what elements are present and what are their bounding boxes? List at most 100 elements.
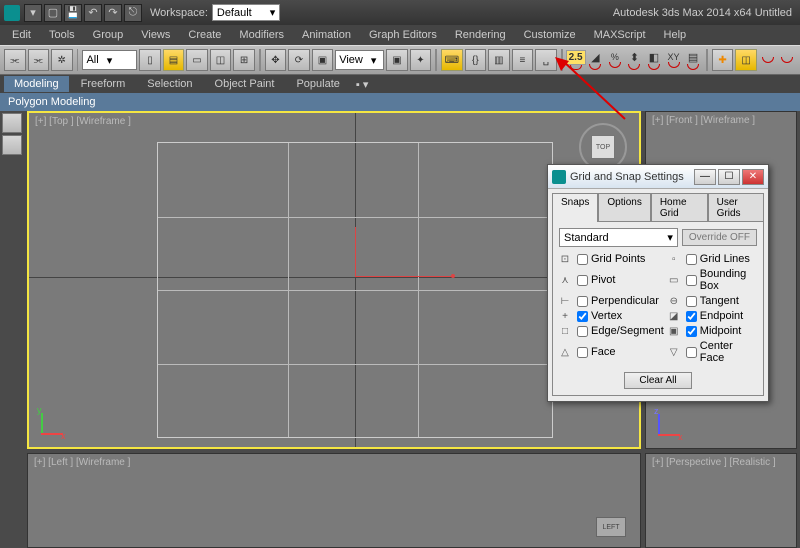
select-icon[interactable]: ▯ [139, 49, 161, 71]
ref-coord-dropdown[interactable]: View▾ [335, 50, 384, 70]
manip-icon[interactable]: ✦ [410, 49, 432, 71]
move-icon[interactable]: ✥ [265, 49, 287, 71]
menu-tools[interactable]: Tools [41, 27, 83, 43]
bind-icon[interactable]: ✲ [51, 49, 73, 71]
menu-grapheditors[interactable]: Graph Editors [361, 27, 445, 43]
tab-objectpaint[interactable]: Object Paint [205, 76, 285, 92]
xy-constraint-icon[interactable]: XY [665, 50, 683, 70]
snap-vertex[interactable]: Vertex [577, 310, 664, 322]
viewcube-face[interactable]: TOP [591, 135, 615, 159]
snap-midpoint[interactable]: Midpoint [686, 325, 757, 337]
link-icon[interactable]: ⫘ [4, 49, 26, 71]
scale-icon[interactable]: ▣ [312, 49, 334, 71]
snap-type-dropdown[interactable]: Standard▾ [559, 228, 678, 247]
tab-freeform[interactable]: Freeform [71, 76, 136, 92]
percent-snap-icon[interactable]: % [606, 50, 624, 70]
spinner-snap-icon[interactable]: ⬍ [626, 50, 644, 70]
menu-customize[interactable]: Customize [516, 27, 584, 43]
create-sel-icon[interactable]: ✚ [712, 49, 734, 71]
qat-redo-icon[interactable]: ↷ [104, 4, 122, 22]
rotate-icon[interactable]: ⟳ [288, 49, 310, 71]
menu-group[interactable]: Group [85, 27, 132, 43]
menu-edit[interactable]: Edit [4, 27, 39, 43]
tab-toggle-icon[interactable]: ▪ ▾ [352, 76, 372, 93]
snap-checkbox[interactable] [577, 296, 588, 307]
angle-snap-icon[interactable]: ◢ [587, 50, 605, 70]
viewcube-left[interactable]: LEFT [596, 517, 626, 537]
menu-help[interactable]: Help [656, 27, 695, 43]
edge-constraint-icon[interactable]: ▤ [684, 50, 702, 70]
snap-checkbox[interactable] [686, 326, 697, 337]
ortho-snap-icon[interactable] [778, 50, 796, 70]
select-rect-icon[interactable]: ▭ [186, 49, 208, 71]
menu-rendering[interactable]: Rendering [447, 27, 514, 43]
select-crossing-icon[interactable]: ⊞ [233, 49, 255, 71]
snap-checkbox[interactable] [686, 311, 697, 322]
qat-save-icon[interactable]: 💾 [64, 4, 82, 22]
viewport-front-label[interactable]: [+] [Front ] [Wireframe ] [652, 115, 755, 126]
qat-undo-icon[interactable]: ↶ [84, 4, 102, 22]
snap-edge-segment[interactable]: Edge/Segment [577, 325, 664, 337]
qat-open-icon[interactable]: ▢ [44, 4, 62, 22]
tab-selection[interactable]: Selection [137, 76, 202, 92]
dialog-titlebar[interactable]: Grid and Snap Settings — ☐ ✕ [548, 165, 768, 189]
menu-views[interactable]: Views [133, 27, 178, 43]
qat-new-icon[interactable]: ▾ [24, 4, 42, 22]
grid-snap-icon[interactable] [759, 50, 777, 70]
snap-perpendicular[interactable]: Perpendicular [577, 295, 664, 307]
snap-checkbox[interactable] [577, 326, 588, 337]
snap-grid-points[interactable]: Grid Points [577, 253, 664, 265]
snap-checkbox[interactable] [577, 347, 588, 358]
ribbon-panel-label[interactable]: Polygon Modeling [0, 93, 800, 111]
snap-checkbox[interactable] [577, 275, 588, 286]
edit-named-icon[interactable]: ◫ [735, 49, 757, 71]
snap-center-face[interactable]: Center Face [686, 340, 757, 364]
qat-link-icon[interactable]: ⎋ [124, 4, 142, 22]
menu-maxscript[interactable]: MAXScript [586, 27, 654, 43]
tab-modeling[interactable]: Modeling [4, 76, 69, 92]
tab-populate[interactable]: Populate [286, 76, 349, 92]
snap-endpoint[interactable]: Endpoint [686, 310, 757, 322]
tab-homegrid[interactable]: Home Grid [651, 193, 708, 222]
viewport-perspective[interactable]: [+] [Perspective ] [Realistic ] [645, 453, 797, 548]
edged-snap-icon[interactable]: ◧ [645, 50, 663, 70]
minimize-button[interactable]: — [694, 169, 716, 185]
snap-checkbox[interactable] [577, 254, 588, 265]
tab-usergrids[interactable]: User Grids [708, 193, 764, 222]
pivot-icon[interactable]: ▣ [386, 49, 408, 71]
snap-checkbox[interactable] [577, 311, 588, 322]
menu-modifiers[interactable]: Modifiers [231, 27, 292, 43]
snap-tangent[interactable]: Tangent [686, 295, 757, 307]
clear-all-button[interactable]: Clear All [624, 372, 691, 389]
snap-face[interactable]: Face [577, 346, 664, 358]
snap-2-5-toggle[interactable]: 2.5 [567, 50, 585, 70]
override-button[interactable]: Override OFF [682, 229, 757, 246]
align-icon[interactable]: ≡ [512, 49, 534, 71]
close-button[interactable]: ✕ [742, 169, 764, 185]
layer-icon[interactable]: ␣ [535, 49, 557, 71]
vt-1-icon[interactable] [2, 113, 22, 133]
select-window-icon[interactable]: ◫ [210, 49, 232, 71]
snap-checkbox[interactable] [686, 296, 697, 307]
snap-keyboard-icon[interactable]: ⌨ [441, 49, 463, 71]
viewport-left-label[interactable]: [+] [Left ] [Wireframe ] [34, 457, 130, 468]
viewport-persp-label[interactable]: [+] [Perspective ] [Realistic ] [652, 457, 776, 468]
tab-options[interactable]: Options [598, 193, 650, 222]
snap-grid-lines[interactable]: Grid Lines [686, 253, 757, 265]
selection-filter-dropdown[interactable]: All▾ [82, 50, 137, 70]
select-name-icon[interactable]: ▤ [163, 49, 185, 71]
menu-animation[interactable]: Animation [294, 27, 359, 43]
vt-2-icon[interactable] [2, 135, 22, 155]
menu-create[interactable]: Create [180, 27, 229, 43]
snap-checkbox[interactable] [686, 254, 697, 265]
snap-checkbox[interactable] [686, 347, 697, 358]
vertex-marker[interactable] [451, 274, 455, 278]
named-sel-icon[interactable]: {} [465, 49, 487, 71]
spline-object[interactable] [355, 227, 454, 277]
snap-bounding-box[interactable]: Bounding Box [686, 268, 757, 292]
app-icon[interactable] [4, 5, 20, 21]
viewport-top-label[interactable]: [+] [Top ] [Wireframe ] [35, 116, 131, 127]
maximize-button[interactable]: ☐ [718, 169, 740, 185]
viewport-left[interactable]: [+] [Left ] [Wireframe ] LEFT [27, 453, 641, 548]
unlink-icon[interactable]: ⫘ [28, 49, 50, 71]
